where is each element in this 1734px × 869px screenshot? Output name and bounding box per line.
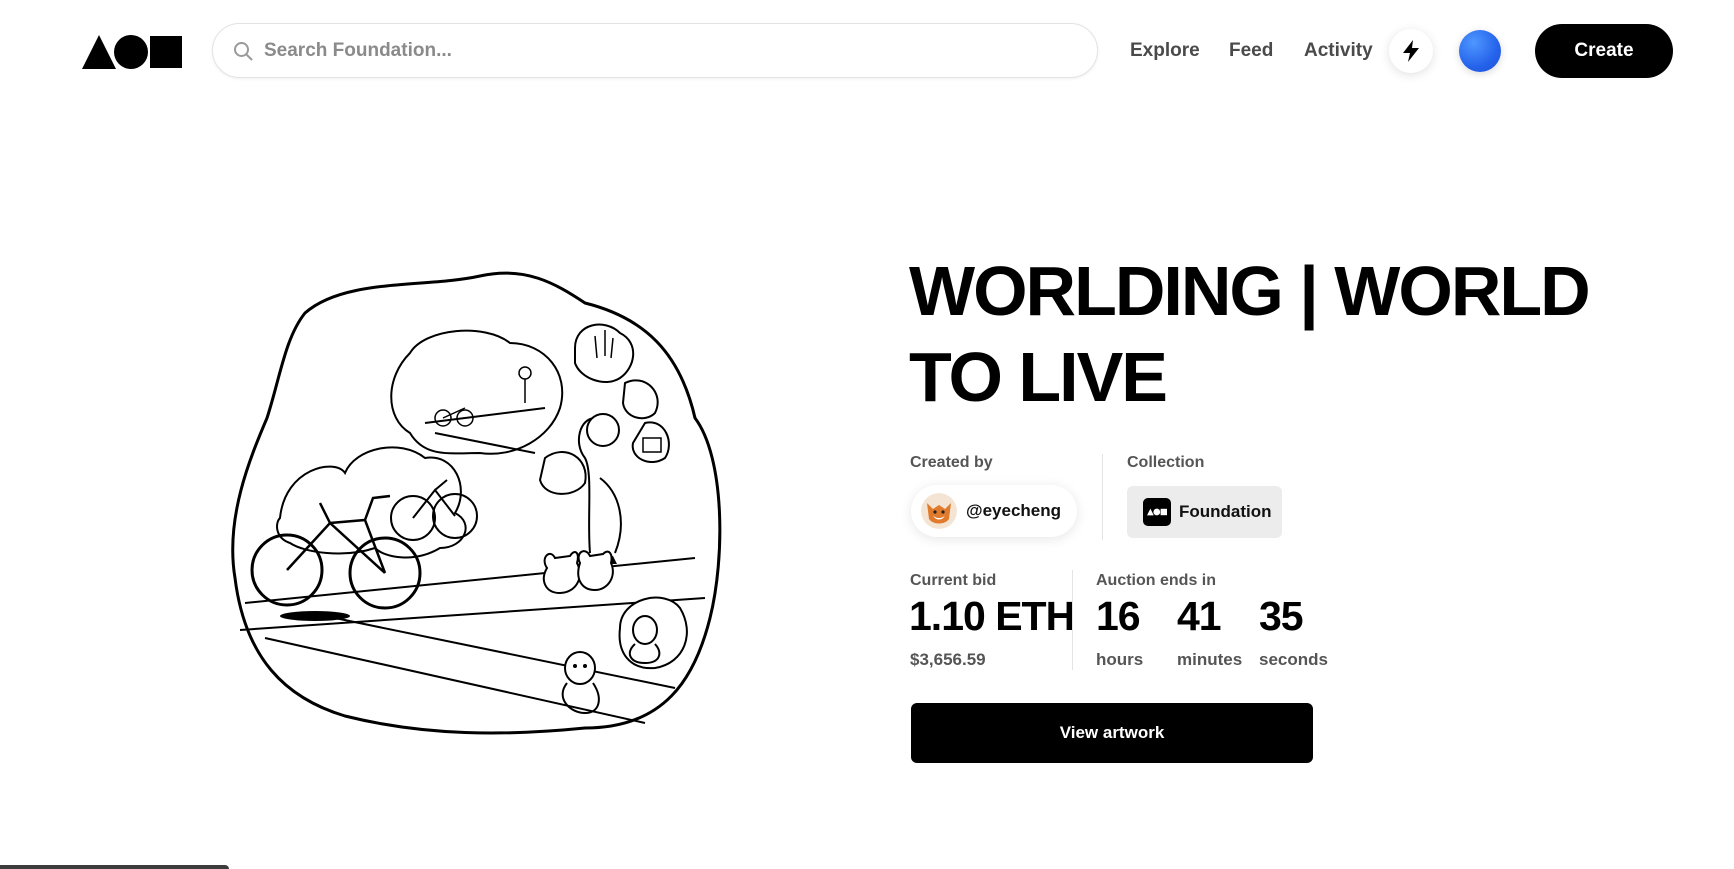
current-bid-usd: $3,656.59 bbox=[910, 650, 986, 669]
timer-seconds: 35 bbox=[1259, 593, 1304, 639]
nav-explore[interactable]: Explore bbox=[1130, 40, 1200, 62]
collection-logo-icon bbox=[1143, 498, 1171, 526]
meta-divider bbox=[1102, 454, 1103, 540]
notifications-button[interactable] bbox=[1389, 29, 1433, 73]
search-bar[interactable] bbox=[212, 23, 1098, 78]
nav-feed[interactable]: Feed bbox=[1229, 40, 1273, 62]
creator-chip[interactable]: @eyecheng bbox=[911, 485, 1077, 537]
current-bid-label: Current bid bbox=[910, 572, 997, 589]
top-navbar: Explore Feed Activity Create bbox=[0, 0, 1734, 102]
create-button[interactable]: Create bbox=[1535, 24, 1673, 78]
collection-label: Collection bbox=[1127, 454, 1205, 471]
collection-chip[interactable]: Foundation bbox=[1127, 486, 1282, 538]
search-icon bbox=[232, 40, 254, 62]
created-by-label: Created by bbox=[910, 454, 993, 471]
auction-ends-label: Auction ends in bbox=[1096, 572, 1216, 589]
nav-activity[interactable]: Activity bbox=[1304, 40, 1373, 62]
artwork-image[interactable] bbox=[225, 258, 755, 738]
bid-divider bbox=[1072, 570, 1073, 670]
timer-minutes: 41 bbox=[1177, 593, 1222, 639]
artwork-title: WORLDING | WORLD TO LIVE bbox=[909, 252, 1591, 416]
timer-minutes-label: minutes bbox=[1177, 650, 1243, 669]
search-input[interactable] bbox=[262, 38, 1026, 63]
timer-hours: 16 bbox=[1096, 593, 1141, 639]
user-avatar[interactable] bbox=[1459, 30, 1501, 72]
status-bar-url bbox=[0, 865, 229, 869]
current-bid-amount: 1.10 ETH bbox=[909, 593, 1075, 639]
timer-seconds-label: seconds bbox=[1259, 650, 1328, 669]
collection-name: Foundation bbox=[1179, 502, 1272, 521]
timer-hours-label: hours bbox=[1096, 650, 1144, 669]
foundation-logo[interactable] bbox=[82, 35, 182, 69]
view-artwork-button[interactable]: View artwork bbox=[911, 703, 1313, 763]
creator-avatar bbox=[921, 493, 957, 529]
bolt-icon bbox=[1403, 40, 1419, 62]
creator-username: @eyecheng bbox=[966, 501, 1062, 520]
